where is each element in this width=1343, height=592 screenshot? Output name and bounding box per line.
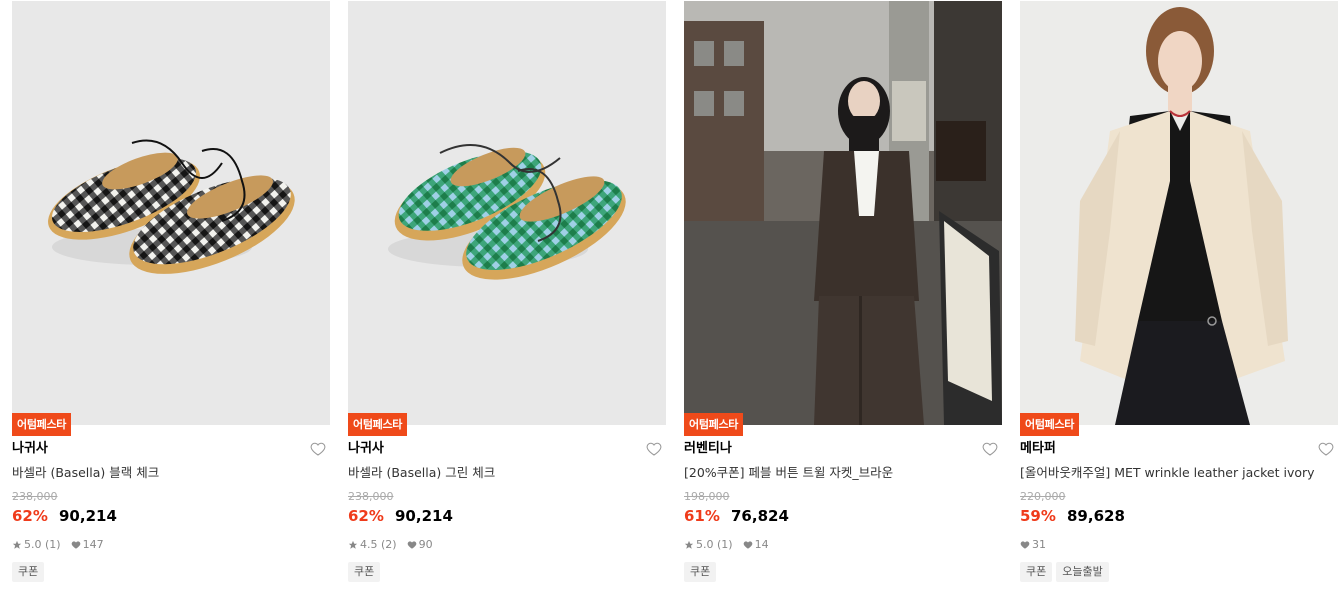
rating-value: 4.5 (2) — [360, 538, 397, 551]
discount-rate: 62% — [12, 507, 48, 525]
heart-icon[interactable] — [1318, 441, 1334, 457]
promo-badge: 어텀페스타 — [1020, 413, 1080, 436]
product-name[interactable]: [올어바웃캐주얼] MET wrinkle leather jacket ivo… — [1020, 464, 1338, 482]
sale-price: 90,214 — [59, 507, 117, 525]
original-price: 238,000 — [12, 490, 58, 503]
like-count: 90 — [407, 538, 433, 552]
coupon-tag: 쿠폰 — [12, 562, 45, 582]
heart-filled-icon — [71, 541, 80, 549]
product-card[interactable]: 어텀페스타 나귀사 바셀라 (Basella) 그린 체크 238,000 62… — [348, 0, 666, 592]
tag-list: 쿠폰 — [684, 562, 720, 582]
coupon-tag: 쿠폰 — [684, 562, 717, 582]
like-value: 31 — [1032, 538, 1046, 551]
promo-badge: 어텀페스타 — [348, 413, 408, 436]
product-grid: 어텀페스타 나귀사 바셀라 (Basella) 블랙 체크 238,000 62… — [12, 0, 1343, 592]
original-price: 198,000 — [684, 490, 730, 503]
product-card[interactable]: 어텀페스타 나귀사 바셀라 (Basella) 블랙 체크 238,000 62… — [12, 0, 330, 592]
like-count: 147 — [71, 538, 104, 552]
coupon-tag: 쿠폰 — [348, 562, 381, 582]
promo-badge: 어텀페스타 — [12, 413, 72, 436]
product-name[interactable]: 바셀라 (Basella) 블랙 체크 — [12, 464, 330, 482]
original-price: 238,000 — [348, 490, 394, 503]
product-image[interactable] — [12, 1, 330, 425]
tag-list: 쿠폰 — [12, 562, 48, 582]
product-name[interactable]: 바셀라 (Basella) 그린 체크 — [348, 464, 666, 482]
heart-filled-icon — [1020, 541, 1030, 549]
discount-rate: 61% — [684, 507, 720, 525]
product-stats: 31 — [1020, 538, 1056, 552]
sale-price: 76,824 — [731, 507, 789, 525]
product-name[interactable]: [20%쿠폰] 페블 버튼 트윌 자켓_브라운 — [684, 464, 1002, 482]
product-photo-street-model-jacket — [684, 1, 1002, 425]
heart-filled-icon — [407, 541, 416, 549]
product-card[interactable]: 어텀페스타 메타퍼 [올어바웃캐주얼] MET wrinkle leather … — [1020, 0, 1338, 592]
product-stats: 4.5 (2) 90 — [348, 538, 443, 552]
heart-icon[interactable] — [982, 441, 998, 457]
price-line: 62% 90,214 — [348, 506, 453, 526]
product-image[interactable] — [684, 1, 1002, 425]
price-line: 59% 89,628 — [1020, 506, 1125, 526]
tag-list: 쿠폰 오늘출발 — [1020, 562, 1113, 582]
brand-name[interactable]: 러벤티나 — [684, 440, 732, 458]
like-value: 147 — [82, 538, 104, 551]
heart-filled-icon — [743, 541, 752, 549]
product-stats: 5.0 (1) 14 — [684, 538, 779, 552]
product-card[interactable]: 어텀페스타 러벤티나 [20%쿠폰] 페블 버튼 트윌 자켓_브라운 198,0… — [684, 0, 1002, 592]
product-image[interactable] — [348, 1, 666, 425]
ships-today-tag: 오늘출발 — [1056, 562, 1109, 582]
rating-value: 5.0 (1) — [24, 538, 61, 551]
product-photo-black-gingham-shoes — [12, 1, 330, 425]
coupon-tag: 쿠폰 — [1020, 562, 1053, 582]
original-price: 220,000 — [1020, 490, 1066, 503]
star-icon — [348, 540, 358, 549]
sale-price: 89,628 — [1067, 507, 1125, 525]
product-stats: 5.0 (1) 147 — [12, 538, 114, 552]
discount-rate: 62% — [348, 507, 384, 525]
price-line: 62% 90,214 — [12, 506, 117, 526]
product-photo-ivory-jacket-model — [1020, 1, 1338, 425]
rating: 5.0 (1) — [684, 538, 733, 552]
like-value: 14 — [754, 538, 769, 551]
discount-rate: 59% — [1020, 507, 1056, 525]
like-count: 31 — [1020, 538, 1046, 552]
like-value: 90 — [418, 538, 433, 551]
brand-name[interactable]: 나귀사 — [348, 440, 384, 458]
brand-name[interactable]: 나귀사 — [12, 440, 48, 458]
heart-icon[interactable] — [646, 441, 662, 457]
price-line: 61% 76,824 — [684, 506, 789, 526]
tag-list: 쿠폰 — [348, 562, 384, 582]
product-image[interactable] — [1020, 1, 1338, 425]
sale-price: 90,214 — [395, 507, 453, 525]
heart-icon[interactable] — [310, 441, 326, 457]
promo-badge: 어텀페스타 — [684, 413, 744, 436]
brand-name[interactable]: 메타퍼 — [1020, 440, 1056, 458]
like-count: 14 — [743, 538, 769, 552]
rating-value: 5.0 (1) — [696, 538, 733, 551]
star-icon — [12, 540, 22, 549]
product-photo-green-gingham-shoes — [348, 1, 666, 425]
star-icon — [684, 540, 694, 549]
rating: 5.0 (1) — [12, 538, 61, 552]
rating: 4.5 (2) — [348, 538, 397, 552]
